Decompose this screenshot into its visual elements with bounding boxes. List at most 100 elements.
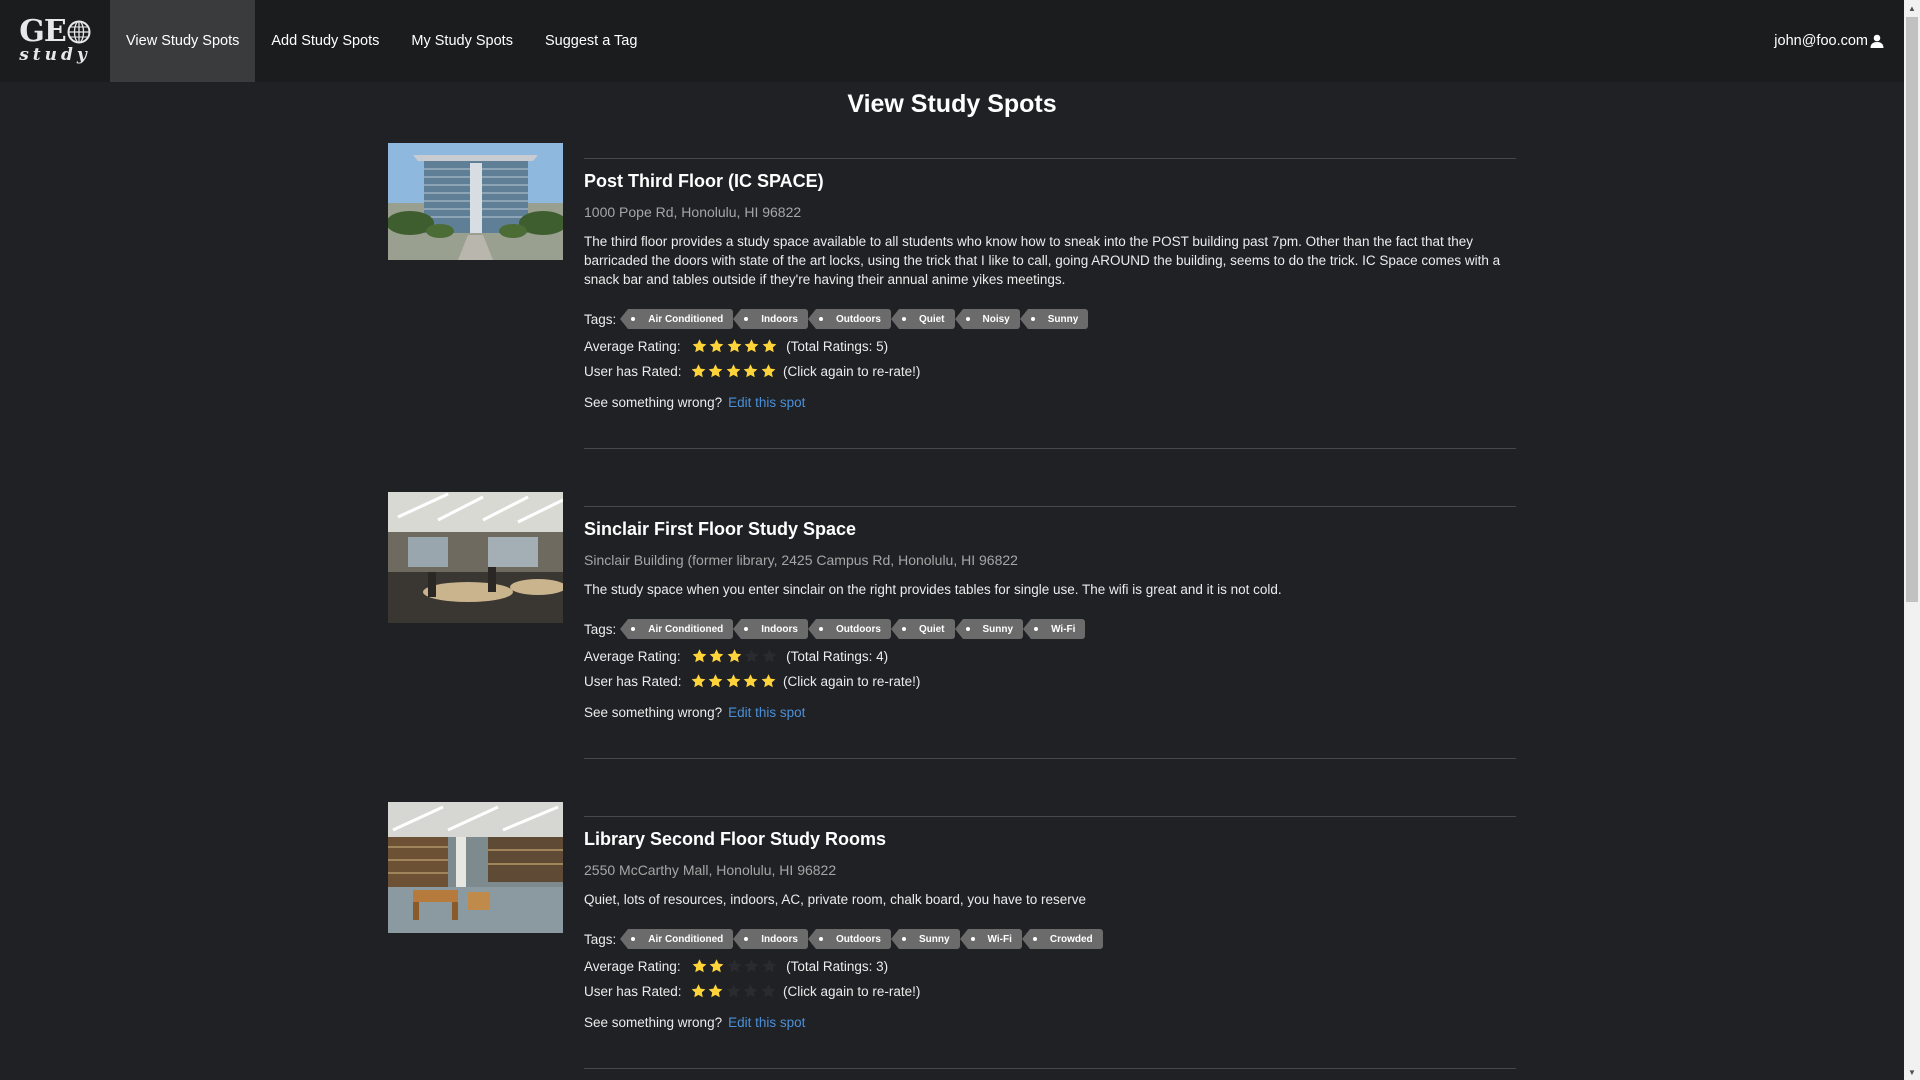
edit-row: See something wrong? Edit this spot xyxy=(584,1015,1516,1030)
star-filled-icon[interactable] xyxy=(690,673,707,689)
tag-indoors[interactable]: Indoors xyxy=(733,619,808,639)
rerate-hint: (Click again to re-rate!) xyxy=(783,363,921,379)
star-filled-icon[interactable] xyxy=(725,673,742,689)
tag-sunny[interactable]: Sunny xyxy=(891,929,960,949)
edit-row: See something wrong? Edit this spot xyxy=(584,705,1516,720)
logo-text: GE xyxy=(19,14,66,49)
star-filled-icon xyxy=(692,959,706,973)
spot-details: Library Second Floor Study Rooms 2550 Mc… xyxy=(584,816,1516,1030)
star-filled-icon xyxy=(727,339,741,353)
tag-sunny[interactable]: Sunny xyxy=(954,619,1024,639)
star-filled-icon[interactable] xyxy=(707,363,724,379)
spot-name: Post Third Floor (IC SPACE) xyxy=(584,171,824,191)
total-ratings: (Total Ratings: 4) xyxy=(786,648,889,664)
nav-suggest-a-tag[interactable]: Suggest a Tag xyxy=(529,0,653,82)
edit-spot-link[interactable]: Edit this spot xyxy=(728,1015,805,1030)
tag-list: Air Conditioned Indoors Outdoors Sunny W… xyxy=(620,929,1103,949)
geostudy-logo[interactable]: GE study xyxy=(0,0,110,82)
star-filled-icon[interactable] xyxy=(760,363,777,379)
star-filled-icon[interactable] xyxy=(690,983,707,999)
tag-indoors[interactable]: Indoors xyxy=(733,309,808,329)
tags-row: Tags: Air Conditioned Indoors Outdoors S… xyxy=(584,929,1516,949)
top-navbar: GE study View Study Spots Add Study Spot… xyxy=(0,0,1904,82)
divider xyxy=(584,448,1516,449)
logo-subtext: study xyxy=(19,45,91,65)
spot-address: 2550 McCarthy Mall, Honolulu, HI 96822 xyxy=(584,862,837,878)
user-rating-label: User has Rated: xyxy=(584,363,682,379)
star-empty-icon[interactable] xyxy=(725,983,742,999)
user-rating-stars[interactable] xyxy=(690,673,778,689)
average-rating-stars xyxy=(691,648,779,664)
star-filled-icon[interactable] xyxy=(690,363,707,379)
nav-my-study-spots[interactable]: My Study Spots xyxy=(395,0,529,82)
star-filled-icon[interactable] xyxy=(742,363,759,379)
nav-view-study-spots[interactable]: View Study Spots xyxy=(110,0,256,82)
average-rating-row: Average Rating: (Total Ratings: 3) xyxy=(584,958,1516,974)
star-filled-icon[interactable] xyxy=(760,673,777,689)
tag-air-conditioned[interactable]: Air Conditioned xyxy=(620,929,734,949)
user-rating-row: User has Rated: (Click again to re-rate!… xyxy=(584,983,1516,999)
average-rating-stars xyxy=(691,338,779,354)
star-filled-icon xyxy=(762,339,776,353)
star-filled-icon[interactable] xyxy=(725,363,742,379)
tags-row: Tags: Air Conditioned Indoors Outdoors Q… xyxy=(584,619,1516,639)
star-filled-icon[interactable] xyxy=(707,983,724,999)
something-wrong-text: See something wrong? xyxy=(584,395,723,410)
user-rating-row: User has Rated: (Click again to re-rate!… xyxy=(584,673,1516,689)
tag-sunny[interactable]: Sunny xyxy=(1019,309,1089,329)
average-rating-row: Average Rating: (Total Ratings: 5) xyxy=(584,338,1516,354)
scrollbar-thumb[interactable] xyxy=(1906,17,1918,602)
star-empty-icon xyxy=(727,959,741,973)
tag-outdoors[interactable]: Outdoors xyxy=(807,309,891,329)
rerate-hint: (Click again to re-rate!) xyxy=(783,983,921,999)
star-filled-icon xyxy=(709,339,724,353)
tags-label: Tags: xyxy=(584,621,617,637)
tag-outdoors[interactable]: Outdoors xyxy=(807,929,891,949)
star-empty-icon[interactable] xyxy=(760,983,777,999)
user-icon xyxy=(1870,34,1884,48)
spot-description: The third floor provides a study space a… xyxy=(584,234,1501,287)
star-filled-icon xyxy=(744,339,759,353)
spot-photo-library xyxy=(388,802,563,933)
average-rating-stars xyxy=(691,958,779,974)
tag-wifi[interactable]: Wi-Fi xyxy=(959,929,1022,949)
page-title: View Study Spots xyxy=(847,90,1057,118)
star-filled-icon xyxy=(727,649,741,663)
tag-air-conditioned[interactable]: Air Conditioned xyxy=(620,619,734,639)
tag-wifi[interactable]: Wi-Fi xyxy=(1023,619,1086,639)
user-rating-label: User has Rated: xyxy=(584,673,682,689)
user-rating-stars[interactable] xyxy=(690,983,778,999)
star-empty-icon xyxy=(744,959,759,973)
average-rating-label: Average Rating: xyxy=(584,958,681,974)
star-filled-icon xyxy=(692,649,706,663)
spot-description: The study space when you enter sinclair … xyxy=(584,582,1282,597)
scroll-up-arrow-icon[interactable]: ▲ xyxy=(1904,0,1920,16)
tag-list: Air Conditioned Indoors Outdoors Quiet S… xyxy=(620,619,1086,639)
edit-spot-link[interactable]: Edit this spot xyxy=(728,705,805,720)
user-rating-stars[interactable] xyxy=(690,363,778,379)
divider xyxy=(584,758,1516,759)
spot-photo-post-building xyxy=(388,143,563,260)
user-menu[interactable]: john@foo.com xyxy=(1774,0,1904,82)
tag-crowded[interactable]: Crowded xyxy=(1021,929,1103,949)
tag-outdoors[interactable]: Outdoors xyxy=(807,619,891,639)
nav-add-study-spots[interactable]: Add Study Spots xyxy=(255,0,395,82)
tag-quiet[interactable]: Quiet xyxy=(891,309,955,329)
tag-noisy[interactable]: Noisy xyxy=(954,309,1020,329)
edit-spot-link[interactable]: Edit this spot xyxy=(728,395,805,410)
tags-row: Tags: Air Conditioned Indoors Outdoors Q… xyxy=(584,309,1516,329)
rerate-hint: (Click again to re-rate!) xyxy=(783,673,921,689)
vertical-scrollbar[interactable]: ▲ ▼ xyxy=(1904,0,1920,1080)
user-rating-row: User has Rated: (Click again to re-rate!… xyxy=(584,363,1516,379)
star-filled-icon[interactable] xyxy=(742,673,759,689)
spot-photo-sinclair xyxy=(388,492,563,623)
average-rating-label: Average Rating: xyxy=(584,338,681,354)
star-empty-icon[interactable] xyxy=(742,983,759,999)
scroll-down-arrow-icon[interactable]: ▼ xyxy=(1904,1064,1920,1080)
tag-indoors[interactable]: Indoors xyxy=(733,929,808,949)
tag-quiet[interactable]: Quiet xyxy=(891,619,955,639)
star-filled-icon[interactable] xyxy=(707,673,724,689)
tag-air-conditioned[interactable]: Air Conditioned xyxy=(620,309,734,329)
spot-details: Post Third Floor (IC SPACE) 1000 Pope Rd… xyxy=(584,158,1516,410)
